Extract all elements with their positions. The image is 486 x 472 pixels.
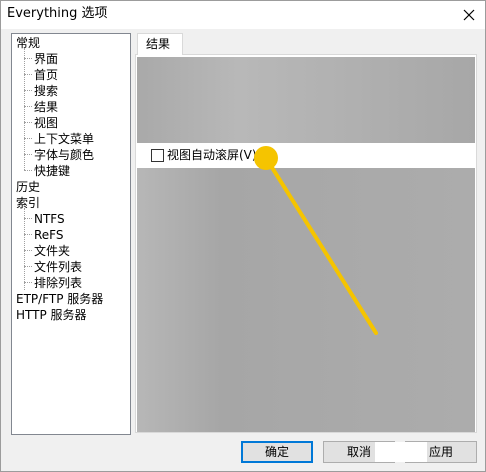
ok-button[interactable]: 确定: [241, 441, 313, 463]
tree-item-home[interactable]: 首页: [34, 67, 58, 83]
tree-connector: [24, 74, 32, 75]
tree-item-ui[interactable]: 界面: [34, 51, 58, 67]
tree-item-file-lists[interactable]: 文件列表: [34, 259, 82, 275]
tree-item-ntfs[interactable]: NTFS: [34, 211, 65, 227]
options-tree: 常规 界面 首页 搜索 结果 视图 上下文菜单 字体与颜色 快捷键 历史 索引 …: [11, 33, 131, 435]
tree-item-exclude-list[interactable]: 排除列表: [34, 275, 82, 291]
tree-item-context-menu[interactable]: 上下文菜单: [34, 131, 94, 147]
tree-item-refs[interactable]: ReFS: [34, 227, 64, 243]
tree-item-history[interactable]: 历史: [16, 179, 40, 195]
tree-item-fonts-colors[interactable]: 字体与颜色: [34, 147, 94, 163]
tree-item-search[interactable]: 搜索: [34, 83, 58, 99]
window-title: Everything 选项: [7, 6, 108, 21]
tree-connector: [24, 154, 32, 155]
close-icon: [463, 9, 475, 21]
tab-results[interactable]: 结果: [137, 33, 183, 55]
auto-scroll-label[interactable]: 视图自动滚屏(V): [167, 147, 257, 163]
tree-connector: [24, 90, 32, 91]
blurred-region: [137, 57, 475, 143]
options-window: Everything 选项 常规 界面 首页 搜索 结果 视图 上下文菜单 字体…: [0, 0, 486, 472]
close-button[interactable]: [459, 5, 479, 25]
tree-connector: [24, 282, 32, 283]
auto-scroll-checkbox[interactable]: [151, 149, 164, 162]
tree-item-folders[interactable]: 文件夹: [34, 243, 70, 259]
tree-connector: [24, 58, 32, 59]
tree-connector: [24, 208, 25, 290]
tree-item-general[interactable]: 常规: [16, 35, 40, 51]
tree-connector: [24, 266, 32, 267]
redacted-region: [375, 442, 427, 462]
tree-connector: [24, 48, 25, 170]
tree-item-http-server[interactable]: HTTP 服务器: [16, 307, 87, 323]
tree-connector: [24, 170, 32, 171]
tree-item-shortcuts[interactable]: 快捷键: [34, 163, 70, 179]
tree-item-results[interactable]: 结果: [34, 99, 58, 115]
tree-connector: [24, 138, 32, 139]
title-bar: Everything 选项: [1, 1, 485, 29]
blurred-region: [137, 168, 475, 432]
tree-item-view[interactable]: 视图: [34, 115, 58, 131]
tree-connector: [24, 122, 32, 123]
results-settings-panel: 视图自动滚屏(V): [135, 54, 477, 433]
tree-connector: [24, 234, 32, 235]
tree-connector: [24, 218, 32, 219]
tree-connector: [24, 250, 32, 251]
tree-item-ftp-server[interactable]: ETP/FTP 服务器: [16, 291, 103, 307]
auto-scroll-option: 视图自动滚屏(V): [137, 146, 475, 166]
tree-item-index[interactable]: 索引: [16, 195, 40, 211]
tree-connector: [24, 106, 32, 107]
